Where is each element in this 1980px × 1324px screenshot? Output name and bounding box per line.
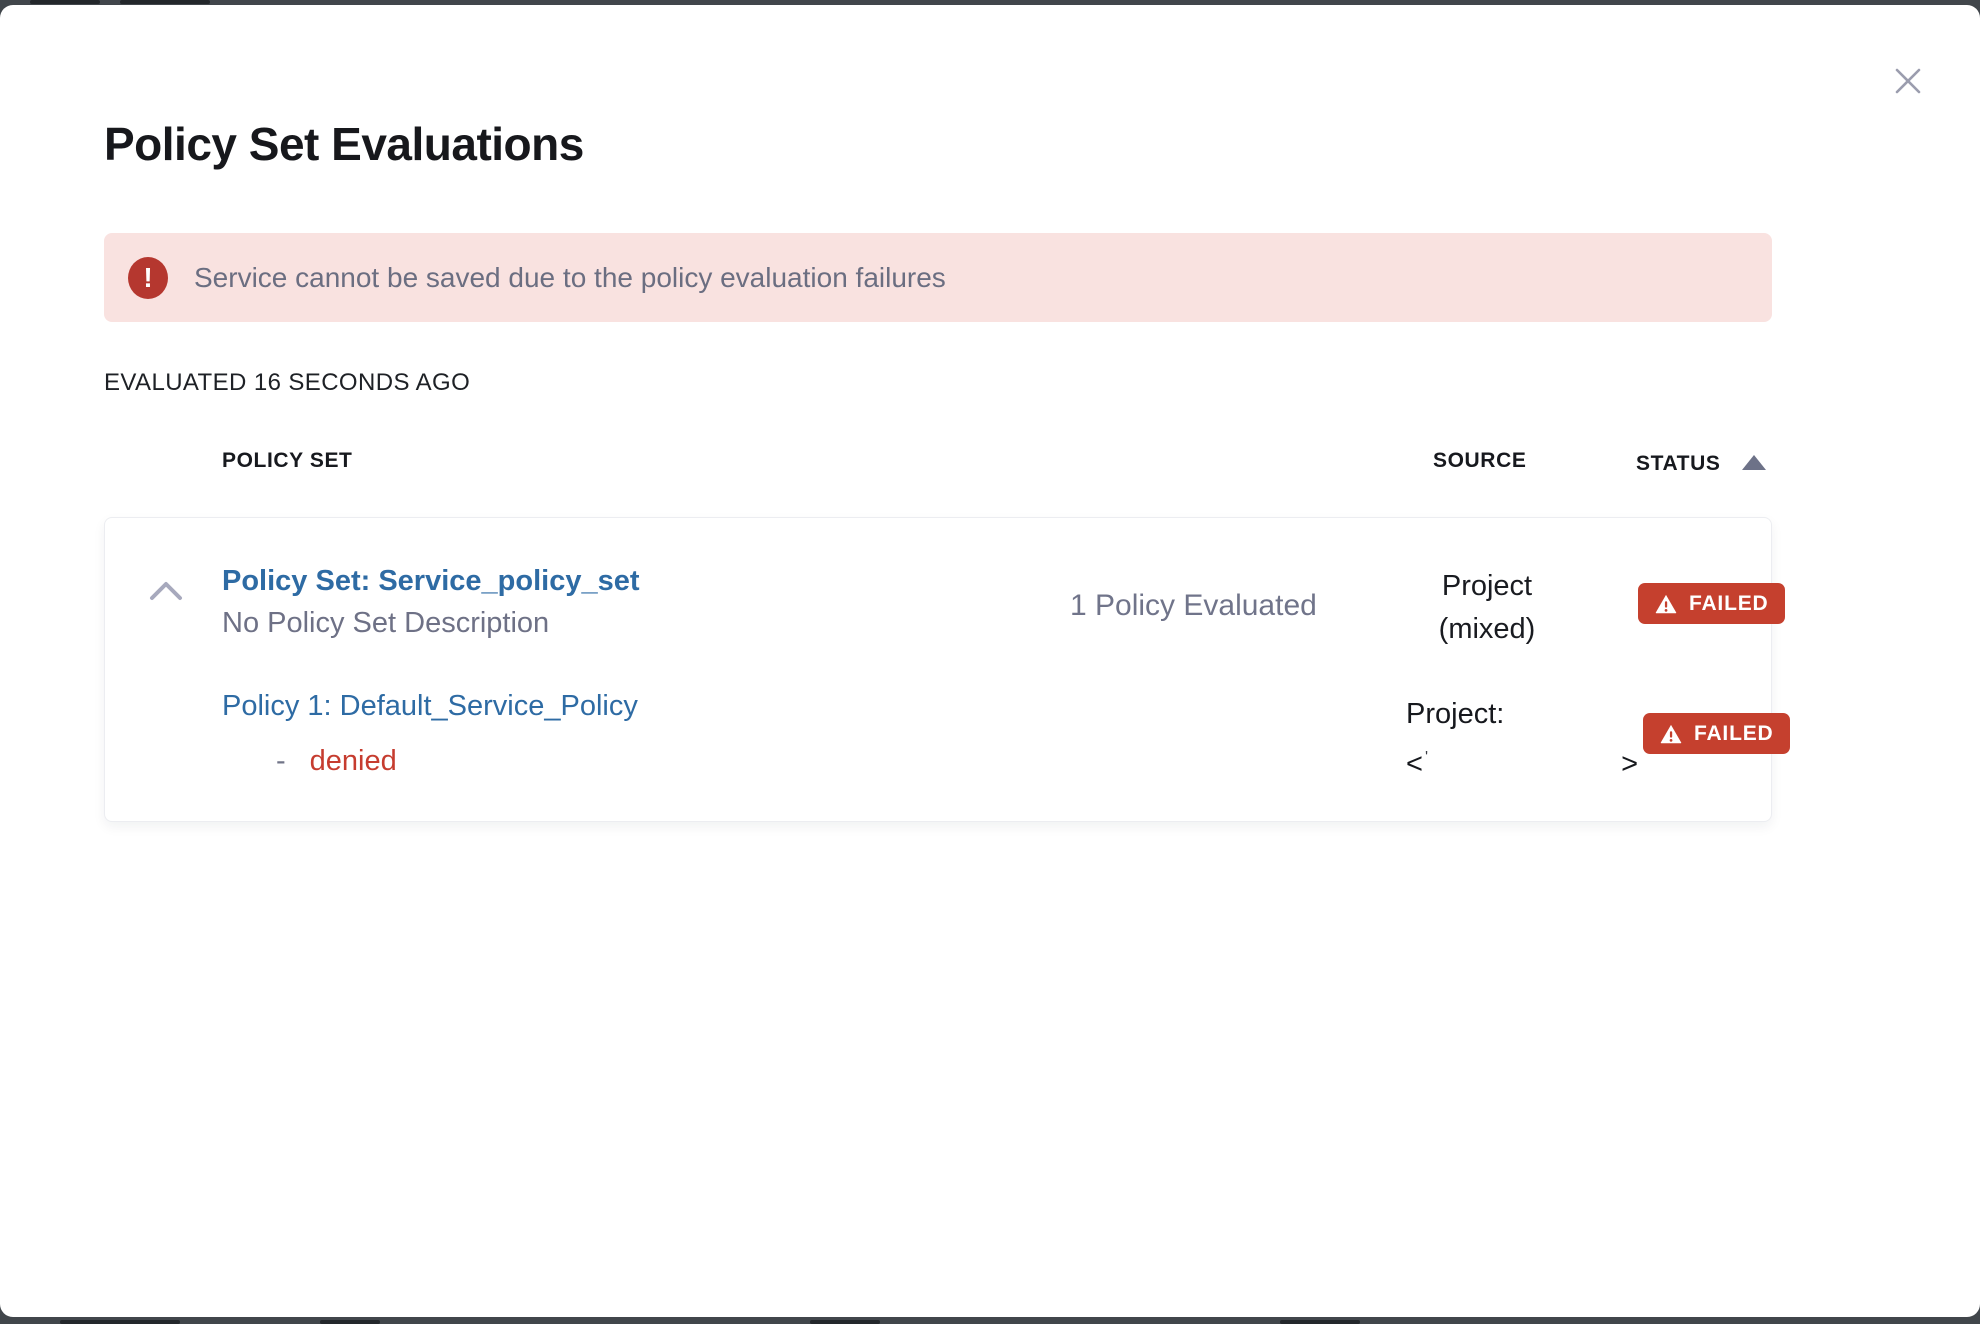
truncation-tick: ' <box>1425 749 1428 766</box>
evaluated-timestamp: EVALUATED 16 SECONDS AGO <box>104 369 470 397</box>
status-badge-label: FAILED <box>1689 592 1768 616</box>
error-alert: ! Service cannot be saved due to the pol… <box>104 233 1772 322</box>
collapse-row-button[interactable] <box>138 563 194 619</box>
exclamation-circle-icon: ! <box>128 257 168 299</box>
policy-set-source: Project (mixed) <box>1398 565 1576 651</box>
warning-triangle-icon <box>1655 594 1677 614</box>
status-badge-label: FAILED <box>1694 722 1773 746</box>
close-button[interactable] <box>1886 59 1930 103</box>
policy-set-link[interactable]: Policy Set: Service_policy_set <box>222 565 640 598</box>
policies-evaluated-count: 1 Policy Evaluated <box>1070 589 1317 623</box>
column-header-status[interactable]: STATUS <box>1636 452 1766 476</box>
column-header-source: SOURCE <box>1433 449 1526 473</box>
backdrop-artifact <box>30 0 100 4</box>
chevron-up-icon <box>146 578 186 604</box>
backdrop-artifact <box>810 1320 880 1324</box>
column-header-status-label: STATUS <box>1636 452 1720 476</box>
sort-ascending-icon <box>1742 455 1766 470</box>
policy-result-denied: denied <box>310 745 397 778</box>
status-badge-failed: FAILED <box>1638 583 1785 624</box>
policy-source-label: Project: <box>1406 693 1638 736</box>
backdrop-artifact <box>120 0 210 4</box>
source-line-1: Project <box>1398 565 1576 608</box>
policy-result-line: - denied <box>276 745 397 778</box>
policy-source: Project: <' > <box>1406 693 1638 786</box>
status-badge-failed: FAILED <box>1643 713 1790 754</box>
source-line-2: (mixed) <box>1398 608 1576 651</box>
page-title: Policy Set Evaluations <box>104 117 584 171</box>
policy-source-truncated: <' > <box>1406 743 1638 786</box>
column-header-policy-set: POLICY SET <box>222 449 352 473</box>
policy-link[interactable]: Policy 1: Default_Service_Policy <box>222 690 638 723</box>
backdrop-artifact <box>60 1320 180 1324</box>
angle-open: <' <box>1406 743 1428 786</box>
warning-triangle-icon <box>1660 724 1682 744</box>
angle-close: > <box>1621 743 1638 786</box>
result-dash: - <box>276 745 286 778</box>
backdrop-artifact <box>320 1320 380 1324</box>
close-icon <box>1890 63 1926 99</box>
backdrop-artifact <box>1280 1320 1360 1324</box>
policy-set-description: No Policy Set Description <box>222 607 549 640</box>
alert-message: Service cannot be saved due to the polic… <box>194 262 946 294</box>
policy-evaluations-dialog: Policy Set Evaluations ! Service cannot … <box>0 5 1980 1317</box>
